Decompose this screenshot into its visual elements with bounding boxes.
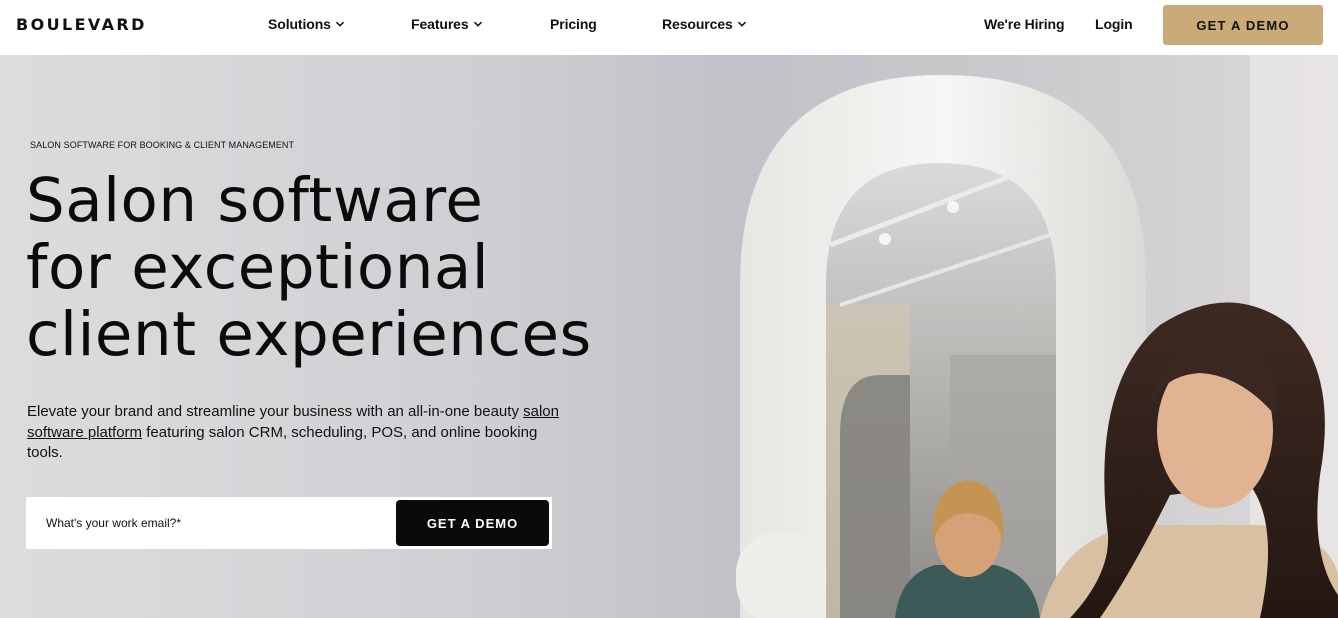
nav-solutions[interactable]: Solutions [268,16,345,32]
nav-resources-label: Resources [662,16,733,32]
chevron-down-icon [335,21,344,27]
nav-pricing[interactable]: Pricing [550,16,597,32]
nav-pricing-label: Pricing [550,16,597,32]
work-email-input[interactable] [26,497,396,549]
boulevard-logo[interactable]: BOULEVARD [16,15,147,34]
site-header: BOULEVARD Solutions Features Pricing Res… [0,0,1338,55]
chevron-down-icon [473,21,482,27]
nav-resources[interactable]: Resources [662,16,747,32]
headline-line-3: client experiences [26,299,592,370]
get-a-demo-button-form[interactable]: GET A DEMO [396,500,549,546]
hero-subcopy: Elevate your brand and streamline your b… [27,402,567,464]
headline-line-2: for exceptional [26,232,490,303]
headline-line-1: Salon software [26,165,484,236]
nav-solutions-label: Solutions [268,16,331,32]
hero-eyebrow: SALON SOFTWARE FOR BOOKING & CLIENT MANA… [30,140,295,150]
nav-hiring-label: We're Hiring [984,16,1065,32]
get-a-demo-button-header[interactable]: GET A DEMO [1163,5,1323,45]
nav-we-are-hiring[interactable]: We're Hiring [984,16,1065,32]
nav-login[interactable]: Login [1095,16,1133,32]
subcopy-text-start: Elevate your brand and streamline your b… [27,403,524,420]
demo-request-form: GET A DEMO [26,497,552,549]
chevron-down-icon [737,21,746,27]
nav-features[interactable]: Features [411,16,483,32]
hero-headline: Salon software for exceptional client ex… [26,167,726,368]
nav-login-label: Login [1095,16,1133,32]
nav-features-label: Features [411,16,469,32]
hero-section: SALON SOFTWARE FOR BOOKING & CLIENT MANA… [0,55,1338,618]
